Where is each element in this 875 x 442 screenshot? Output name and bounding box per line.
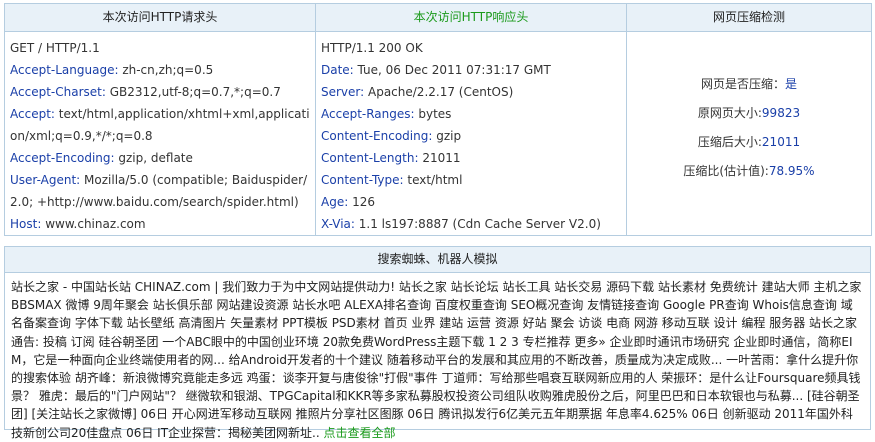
response-header-title: 本次访问HTTP响应头 xyxy=(315,3,627,32)
compressed-size-label: 压缩后大小: xyxy=(697,135,762,149)
original-size-value: 99823 xyxy=(761,106,801,120)
field-value: 1.1 ls197:8887 (Cdn Cache Server V2.0) xyxy=(354,217,601,231)
spider-simulation-title: 搜索蜘蛛、机器人模拟 xyxy=(5,247,870,273)
view-all-link[interactable]: 点击查看全部 xyxy=(323,426,395,440)
field-key: Accept: xyxy=(10,107,55,121)
field-value: 21011 xyxy=(418,151,461,165)
field-key: User-Agent: xyxy=(10,173,81,187)
request-field: Host: www.chinaz.com xyxy=(10,213,311,235)
is-compressed-value: 是 xyxy=(785,77,798,91)
response-headers-cell: HTTP/1.1 200 OK Date: Tue, 06 Dec 2011 0… xyxy=(315,31,627,236)
compression-header-title: 网页压缩检测 xyxy=(626,3,872,32)
field-value: www.chinaz.com xyxy=(41,217,146,231)
field-value: GB2312,utf-8;q=0.7,*;q=0.7 xyxy=(105,85,281,99)
field-key: Host: xyxy=(10,217,42,231)
field-key: Server: xyxy=(321,85,365,99)
spider-simulation-panel: 搜索蜘蛛、机器人模拟 站长之家 - 中国站长站 CHINAZ.com | 我们致… xyxy=(4,246,871,440)
request-field: Accept: text/html,application/xhtml+xml,… xyxy=(10,103,311,147)
is-compressed-row: 网页是否压缩：是 xyxy=(627,70,871,99)
response-field: Content-Encoding: gzip xyxy=(321,125,622,147)
request-headers-cell: GET / HTTP/1.1 Accept-Language: zh-cn,zh… xyxy=(4,31,316,236)
compressed-size-row: 压缩后大小:21011 xyxy=(627,128,871,157)
spider-text-content: 站长之家 - 中国站长站 CHINAZ.com | 我们致力于为中文网站提供动力… xyxy=(11,280,862,440)
field-value: Apache/2.2.17 (CentOS) xyxy=(364,85,514,99)
field-key: Content-Type: xyxy=(321,173,404,187)
compression-cell: 网页是否压缩：是 原网页大小:99823 压缩后大小:21011 压缩比(估计值… xyxy=(626,31,872,236)
original-size-label: 原网页大小: xyxy=(697,106,762,120)
original-size-row: 原网页大小:99823 xyxy=(627,99,871,128)
response-field: Content-Type: text/html xyxy=(321,169,622,191)
compression-ratio-label: 压缩比(估计值): xyxy=(683,164,769,178)
field-key: Content-Encoding: xyxy=(321,129,433,143)
compressed-size-value: 21011 xyxy=(761,135,801,149)
compression-ratio-value: 78.95% xyxy=(768,164,815,178)
field-key: Date: xyxy=(321,63,354,77)
field-value: text/html xyxy=(403,173,463,187)
field-value: zh-cn,zh;q=0.5 xyxy=(118,63,214,77)
status-line: HTTP/1.1 200 OK xyxy=(321,41,423,55)
spider-simulation-text: 站长之家 - 中国站长站 CHINAZ.com | 我们致力于为中文网站提供动力… xyxy=(5,273,870,442)
field-value: text/html,application/xhtml+xml,applicat… xyxy=(10,107,310,143)
field-key: Age: xyxy=(321,195,349,209)
field-value: bytes xyxy=(414,107,452,121)
request-line: GET / HTTP/1.1 xyxy=(10,41,100,55)
compression-ratio-row: 压缩比(估计值):78.95% xyxy=(627,157,871,186)
request-header-title: 本次访问HTTP请求头 xyxy=(4,3,316,32)
field-value: gzip xyxy=(432,129,462,143)
field-value: 126 xyxy=(348,195,375,209)
field-key: Accept-Encoding: xyxy=(10,151,115,165)
field-key: Accept-Language: xyxy=(10,63,119,77)
response-field: Server: Apache/2.2.17 (CentOS) xyxy=(321,81,622,103)
is-compressed-label: 网页是否压缩： xyxy=(700,77,785,91)
request-field: Accept-Encoding: gzip, deflate xyxy=(10,147,311,169)
field-key: Accept-Charset: xyxy=(10,85,106,99)
http-info-table: 本次访问HTTP请求头 本次访问HTTP响应头 网页压缩检测 GET / HTT… xyxy=(4,3,872,236)
request-field: Accept-Language: zh-cn,zh;q=0.5 xyxy=(10,59,311,81)
field-key: Content-Length: xyxy=(321,151,419,165)
field-value: Tue, 06 Dec 2011 07:31:17 GMT xyxy=(353,63,551,77)
field-key: X-Via: xyxy=(321,217,355,231)
response-field: X-Via: 1.1 ls197:8887 (Cdn Cache Server … xyxy=(321,213,622,235)
response-field: Content-Length: 21011 xyxy=(321,147,622,169)
response-field: Date: Tue, 06 Dec 2011 07:31:17 GMT xyxy=(321,59,622,81)
field-key: Accept-Ranges: xyxy=(321,107,415,121)
response-field: Age: 126 xyxy=(321,191,622,213)
response-field: Accept-Ranges: bytes xyxy=(321,103,622,125)
field-value: gzip, deflate xyxy=(114,151,193,165)
request-field: User-Agent: Mozilla/5.0 (compatible; Bai… xyxy=(10,169,311,213)
request-field: Accept-Charset: GB2312,utf-8;q=0.7,*;q=0… xyxy=(10,81,311,103)
